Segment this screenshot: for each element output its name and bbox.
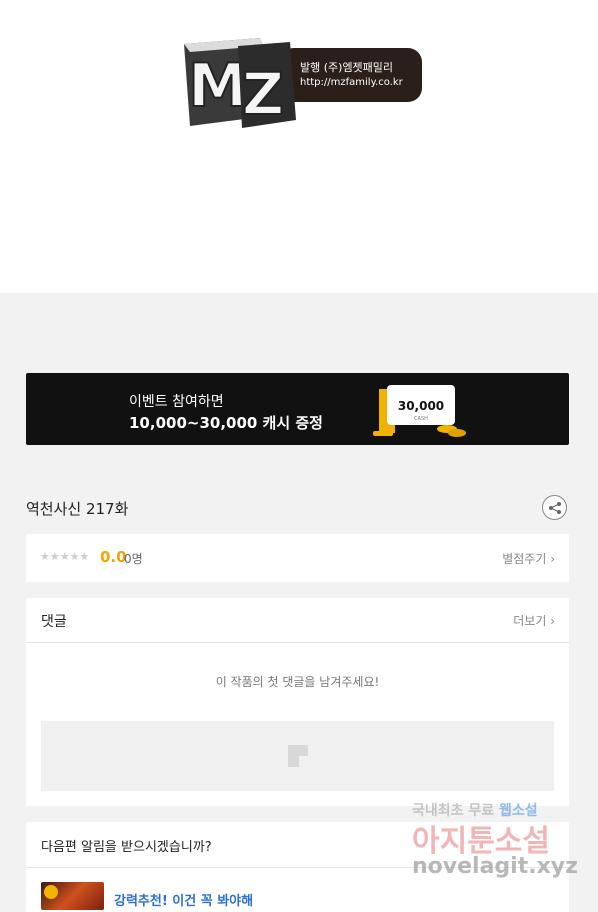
rate-button[interactable]: 별점주기 › [502,550,555,567]
comment-header: 댓글 더보기 › [26,598,569,643]
banner-line1: 이벤트 참여하면 [129,394,224,410]
episode-title: 역천사신 217화 [26,500,129,518]
comment-title: 댓글 [41,614,67,630]
share-button[interactable] [542,495,567,520]
rating-card: ★★★★★ 0.0 0명 별점주기 › [26,534,569,582]
rating-stars-icon: ★★★★★ [40,550,90,563]
recommend-link[interactable]: 강력추천! 이건 꼭 봐야해 [114,890,253,909]
rating-count: 0명 [124,552,143,566]
clock-icon [44,885,58,899]
watermark: 국내최초 무료 웹소설 아지툰소설 novelagit.xyz [412,798,582,888]
comment-more-button[interactable]: 더보기 › [513,612,555,629]
cash-card-icon: 30,000 CASH [373,385,466,437]
image-placeholder-icon [288,745,308,767]
cash-label: CASH [414,416,428,422]
logo-text: 발행 (주)엠젯패밀리 http://mzfamily.co.kr [300,60,403,90]
event-banner[interactable]: 이벤트 참여하면 10,000~30,000 캐시 증정 30,000 CASH [26,373,569,445]
logo-publisher: 발행 (주)엠젯패밀리 [300,61,394,74]
watermark-line3: novelagit.xyz [412,854,578,879]
comment-empty-message: 이 작품의 첫 댓글을 남겨주세요! [215,675,380,689]
ad-placeholder [41,721,554,791]
svg-text:Z: Z [242,60,284,128]
rating-score: 0.0 [100,548,127,566]
cash-amount: 30,000 [398,399,444,413]
logo-url: http://mzfamily.co.kr [300,77,403,88]
banner-line2: 10,000~30,000 캐시 증정 [129,414,323,432]
notify-title: 다음편 알림을 받으시겠습니까? [41,840,212,855]
top-image-area: M Z 발행 (주)엠젯패밀리 http://mzfamily.co.kr [0,0,598,293]
comment-section: 댓글 더보기 › 이 작품의 첫 댓글을 남겨주세요! [26,598,569,806]
share-icon [549,502,561,514]
